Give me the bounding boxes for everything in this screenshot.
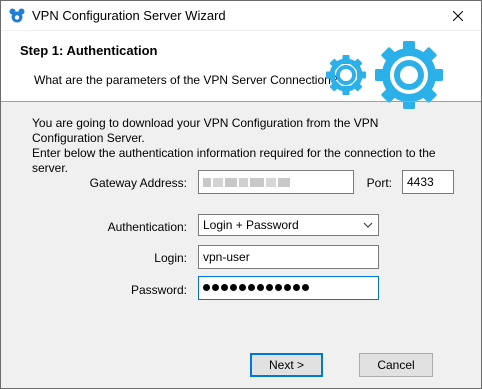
password-dot [230,284,237,291]
window-title: VPN Configuration Server Wizard [32,8,226,23]
login-label: Login: [154,251,187,265]
close-button[interactable] [435,1,481,30]
password-dot [257,284,264,291]
port-input[interactable]: 4433 [402,170,454,194]
intro-text: You are going to download your VPN Confi… [32,116,452,176]
password-dot [266,284,273,291]
password-mask [203,284,309,291]
gateway-address-input[interactable] [198,170,354,194]
login-input[interactable]: vpn-user [198,245,379,269]
gear-icon [326,55,366,95]
authentication-value: Login + Password [203,218,299,232]
next-button[interactable]: Next > [250,353,323,377]
password-input[interactable] [198,276,379,300]
close-icon [453,10,463,21]
password-dot [302,284,309,291]
step-title: Step 1: Authentication [20,43,158,58]
gateway-address-redacted [203,178,290,187]
password-label: Password: [130,283,187,297]
intro-line: You are going to download your VPN Confi… [32,116,379,145]
gateway-address-label: Gateway Address: [89,176,187,190]
password-dot [203,284,210,291]
header-divider [1,101,481,102]
port-label: Port: [366,176,392,190]
step-subtitle: What are the parameters of the VPN Serve… [34,73,338,87]
password-dot [212,284,219,291]
authentication-label: Authentication: [107,220,187,234]
password-dot [239,284,246,291]
password-dot [221,284,228,291]
title-bar[interactable]: VPN Configuration Server Wizard [1,1,481,30]
chevron-down-icon [363,222,373,228]
cancel-button[interactable]: Cancel [359,353,433,377]
password-dot [275,284,282,291]
password-dot [293,284,300,291]
wizard-header: Step 1: Authentication What are the para… [1,30,481,109]
mouse-shield-icon [9,8,25,23]
password-dot [284,284,291,291]
wizard-window: VPN Configuration Server Wizard Step 1: … [0,0,482,389]
authentication-select[interactable]: Login + Password [198,214,379,236]
password-dot [248,284,255,291]
